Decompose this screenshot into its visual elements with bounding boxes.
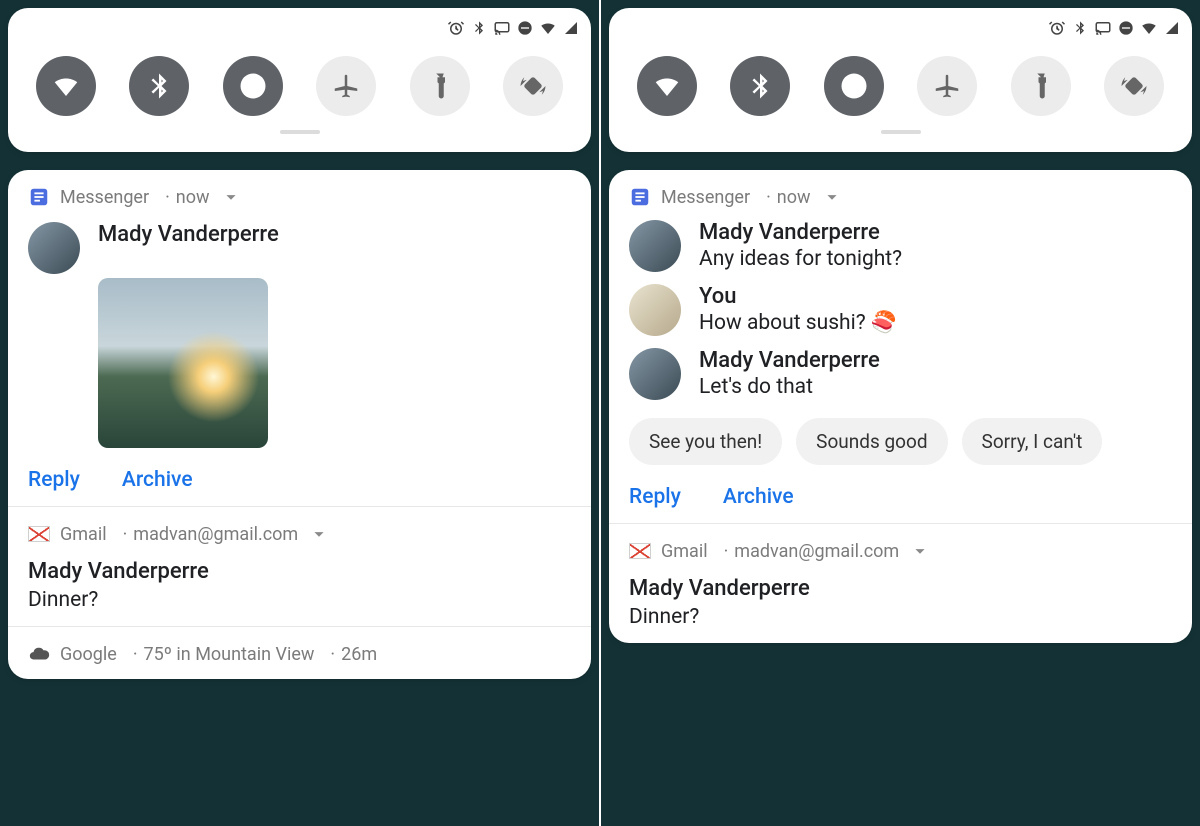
- message-row: YouHow about sushi? 🍣: [629, 284, 1172, 336]
- notification-panel-right: Messenger now Mady VanderperreAny ideas …: [609, 170, 1192, 643]
- sender-name: Mady Vanderperre: [699, 220, 902, 245]
- qs-tile-dnd[interactable]: [223, 56, 283, 116]
- message-text: Let's do that: [699, 375, 880, 399]
- wifi-icon: [539, 19, 557, 37]
- sender-name: Mady Vanderperre: [699, 348, 880, 373]
- chevron-down-icon[interactable]: [220, 186, 242, 208]
- sender-avatar: [629, 348, 681, 400]
- email-sender: Mady Vanderperre: [28, 559, 571, 584]
- sender-avatar: [629, 284, 681, 336]
- timestamp: now: [159, 187, 209, 208]
- messenger-icon: [28, 186, 50, 208]
- cell-icon: [1164, 20, 1180, 36]
- sender-avatar: [28, 222, 80, 274]
- smart-reply-chip[interactable]: See you then!: [629, 418, 782, 465]
- cast-icon: [493, 19, 511, 37]
- quick-settings-panel-left[interactable]: [8, 8, 591, 152]
- qs-tile-airplane[interactable]: [316, 56, 376, 116]
- notification-header[interactable]: Gmail madvan@gmail.com: [28, 523, 571, 545]
- cloud-icon: [28, 643, 50, 665]
- message-text: Any ideas for tonight?: [699, 247, 902, 271]
- account-label: madvan@gmail.com: [117, 524, 299, 545]
- notification-header[interactable]: Gmail madvan@gmail.com: [629, 540, 1172, 562]
- messenger-notification[interactable]: Messenger now Mady VanderperreAny ideas …: [609, 170, 1192, 523]
- sender-name: Mady Vanderperre: [98, 222, 279, 247]
- qs-tile-wifi[interactable]: [36, 56, 96, 116]
- chevron-down-icon[interactable]: [308, 523, 330, 545]
- drag-handle[interactable]: [280, 130, 320, 134]
- message-text: How about sushi? 🍣: [699, 311, 897, 335]
- weather-summary: 75º in Mountain View: [127, 644, 315, 665]
- email-snippet: Dinner?: [28, 588, 571, 612]
- app-name: Gmail: [60, 524, 107, 545]
- qs-tile-flashlight[interactable]: [1011, 56, 1071, 116]
- status-bar: [18, 16, 581, 40]
- smart-reply-chip[interactable]: Sounds good: [796, 418, 947, 465]
- app-name: Messenger: [60, 187, 149, 208]
- messenger-icon: [629, 186, 651, 208]
- notification-header[interactable]: Messenger now: [629, 186, 1172, 208]
- status-bar: [619, 16, 1182, 40]
- email-snippet: Dinner?: [629, 605, 1172, 629]
- message-row: Mady VanderperreAny ideas for tonight?: [629, 220, 1172, 272]
- timestamp: now: [760, 187, 810, 208]
- qs-tile-bluetooth[interactable]: [129, 56, 189, 116]
- cell-icon: [563, 20, 579, 36]
- image-attachment[interactable]: [98, 278, 268, 448]
- qs-tile-autorotate[interactable]: [503, 56, 563, 116]
- app-name: Messenger: [661, 187, 750, 208]
- alarm-icon: [447, 19, 465, 37]
- quick-settings-panel-right[interactable]: [609, 8, 1192, 152]
- screen-right: Messenger now Mady VanderperreAny ideas …: [601, 0, 1200, 826]
- wifi-icon: [1140, 19, 1158, 37]
- archive-button[interactable]: Archive: [723, 485, 794, 509]
- sender-name: You: [699, 284, 897, 309]
- bluetooth-icon: [1072, 20, 1088, 36]
- qs-tile-row: [619, 40, 1182, 116]
- sender-avatar: [629, 220, 681, 272]
- weather-notification[interactable]: Google 75º in Mountain View 26m: [8, 626, 591, 679]
- qs-tile-airplane[interactable]: [917, 56, 977, 116]
- chevron-down-icon[interactable]: [909, 540, 931, 562]
- email-sender: Mady Vanderperre: [629, 576, 1172, 601]
- message-row: Mady VanderperreLet's do that: [629, 348, 1172, 400]
- notification-header[interactable]: Messenger now: [28, 186, 571, 208]
- timestamp: 26m: [324, 644, 377, 665]
- qs-tile-autorotate[interactable]: [1104, 56, 1164, 116]
- screen-left: Messenger now Mady Vanderperre Reply Arc…: [0, 0, 599, 826]
- qs-tile-dnd[interactable]: [824, 56, 884, 116]
- cast-icon: [1094, 19, 1112, 37]
- dnd-icon: [1118, 20, 1134, 36]
- chevron-down-icon[interactable]: [821, 186, 843, 208]
- app-name: Gmail: [661, 541, 708, 562]
- app-name: Google: [60, 644, 117, 665]
- qs-tile-bluetooth[interactable]: [730, 56, 790, 116]
- notification-header[interactable]: Google 75º in Mountain View 26m: [28, 643, 571, 665]
- messenger-notification[interactable]: Messenger now Mady Vanderperre Reply Arc…: [8, 170, 591, 506]
- notification-panel-left: Messenger now Mady Vanderperre Reply Arc…: [8, 170, 591, 679]
- alarm-icon: [1048, 19, 1066, 37]
- archive-button[interactable]: Archive: [122, 468, 193, 492]
- reply-button[interactable]: Reply: [629, 485, 681, 509]
- qs-tile-wifi[interactable]: [637, 56, 697, 116]
- qs-tile-flashlight[interactable]: [410, 56, 470, 116]
- gmail-icon: [28, 523, 50, 545]
- dnd-icon: [517, 20, 533, 36]
- reply-button[interactable]: Reply: [28, 468, 80, 492]
- account-label: madvan@gmail.com: [718, 541, 900, 562]
- bluetooth-icon: [471, 20, 487, 36]
- gmail-notification[interactable]: Gmail madvan@gmail.com Mady Vanderperre …: [8, 506, 591, 626]
- gmail-icon: [629, 540, 651, 562]
- smart-reply-chip[interactable]: Sorry, I can't: [962, 418, 1103, 465]
- qs-tile-row: [18, 40, 581, 116]
- gmail-notification[interactable]: Gmail madvan@gmail.com Mady Vanderperre …: [609, 523, 1192, 643]
- drag-handle[interactable]: [881, 130, 921, 134]
